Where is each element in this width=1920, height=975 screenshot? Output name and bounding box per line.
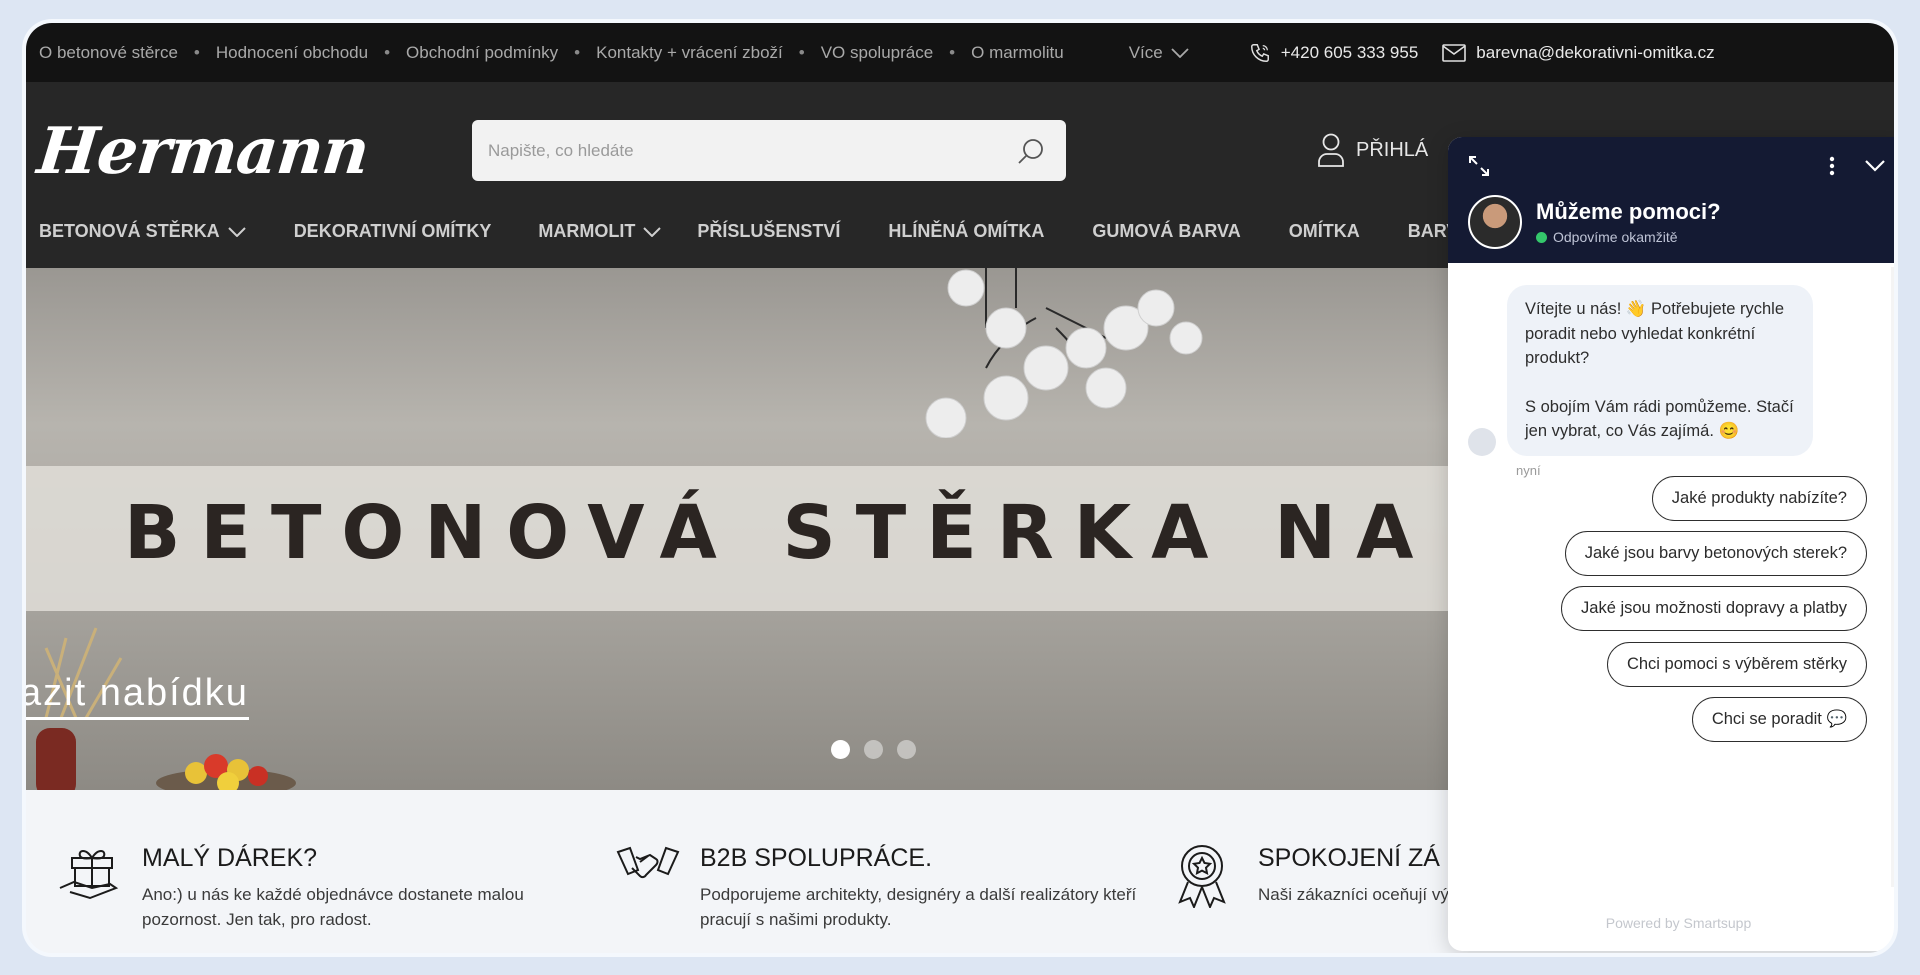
user-icon <box>1318 133 1344 167</box>
powered-by[interactable]: Powered by Smartsupp <box>1448 915 1894 931</box>
minimize-chevron-icon[interactable] <box>1864 159 1886 173</box>
bot-message-bubble: Vítejte u nás! 👋 Potřebujete rychle pora… <box>1507 285 1813 456</box>
bot-avatar-icon <box>1468 428 1496 456</box>
toplink-label[interactable]: Obchodní podmínky <box>406 43 558 63</box>
online-status-dot <box>1536 231 1547 243</box>
nav-item-marmolit[interactable]: MARMOLIT <box>538 221 662 242</box>
top-bar: O betonové stěrce • Hodnocení obchodu • Ob… <box>26 23 1894 82</box>
separator-dot: • <box>384 42 391 62</box>
nav-item-prislusenstvi[interactable]: PŘÍSLUŠENSTVÍ <box>697 221 840 242</box>
toplink-label[interactable]: Kontakty + vrácení zboží <box>596 43 783 63</box>
slider-dots <box>831 740 916 759</box>
expand-icon[interactable] <box>1468 155 1490 177</box>
main-nav: BETONOVÁ STĚRKA DEKORATIVNÍ OMÍTKY MARMO… <box>39 221 1535 242</box>
feature-desc: Podporujeme architekty, designéry a dalš… <box>700 885 1137 929</box>
toplink-5[interactable]: VO spolupráce • <box>821 43 971 63</box>
gift-icon <box>59 850 119 900</box>
hero-headline: BETONOVÁ STĚRKA NA ST <box>124 490 1623 576</box>
pendant-lamp-image <box>925 268 1203 438</box>
feature-title: MALÝ DÁREK? <box>142 844 318 872</box>
message-text: S obojím Vám rádi pomůžeme. Stačí jen vy… <box>1525 397 1794 441</box>
browser-viewport: O betonové stěrce • Hodnocení obchodu • Ob… <box>26 23 1894 953</box>
nav-label[interactable]: DEKORATIVNÍ OMÍTKY <box>294 221 492 242</box>
slide-dot-1[interactable] <box>831 740 850 759</box>
nav-item-dekorativni-omitky[interactable]: DEKORATIVNÍ OMÍTKY <box>294 221 492 242</box>
chat-messages: Vítejte u nás! 👋 Potřebujete rychle pora… <box>1448 263 1894 903</box>
separator-dot: • <box>798 42 805 62</box>
nav-label[interactable]: HLÍNĚNÁ OMÍTKA <box>888 221 1044 242</box>
status-text: Odpovíme okamžitě <box>1553 229 1678 245</box>
more-dropdown[interactable]: Více <box>1129 43 1189 63</box>
cta-link[interactable]: azit nabídku <box>26 672 249 720</box>
award-icon <box>1178 845 1226 908</box>
search-input[interactable] <box>472 120 1066 181</box>
nav-item-gumova-barva[interactable]: GUMOVÁ BARVA <box>1092 221 1240 242</box>
quick-reply-colors[interactable]: Jaké jsou barvy betonových sterek? <box>1564 531 1867 576</box>
separator-dot: • <box>949 42 956 62</box>
toplink-4[interactable]: Kontakty + vrácení zboží • <box>596 43 821 63</box>
message-time: nyní <box>1516 463 1541 478</box>
nav-label[interactable]: PŘÍSLUŠENSTVÍ <box>697 221 840 242</box>
slide-dot-3[interactable] <box>897 740 916 759</box>
chevron-down-icon <box>1171 47 1189 58</box>
nav-item-hlinena-omitka[interactable]: HLÍNĚNÁ OMÍTKA <box>888 221 1044 242</box>
toplink-label[interactable]: O marmolitu <box>971 43 1064 63</box>
phone-link[interactable]: +420 605 333 955 <box>1249 42 1419 64</box>
login-button[interactable]: PŘIHLÁ <box>1316 132 1428 168</box>
toplink-6[interactable]: O marmolitu <box>971 43 1064 63</box>
login-label[interactable]: PŘIHLÁ <box>1356 139 1428 162</box>
chat-scrollbar[interactable] <box>1891 267 1894 887</box>
phone-number[interactable]: +420 605 333 955 <box>1281 43 1419 63</box>
feature-title: B2B SPOLUPRÁCE. <box>700 844 933 872</box>
chat-title: Můžeme pomoci? <box>1536 199 1721 224</box>
chevron-down-icon <box>227 226 246 237</box>
quick-reply-help-choose[interactable]: Chci pomoci s výběrem stěrky <box>1606 642 1867 687</box>
agent-avatar <box>1468 195 1522 249</box>
chat-widget: Můžeme pomoci? Odpovíme okamžitě Vítejte… <box>1448 137 1894 951</box>
feature-title: SPOKOJENÍ ZÁ <box>1258 844 1440 872</box>
nav-label[interactable]: BETONOVÁ STĚRKA <box>39 221 220 242</box>
toplink-3[interactable]: Obchodní podmínky • <box>406 43 596 63</box>
chevron-down-icon <box>643 226 662 237</box>
more-label[interactable]: Více <box>1129 43 1163 63</box>
quick-reply-shipping[interactable]: Jaké jsou možnosti dopravy a platby <box>1561 586 1867 631</box>
email-address[interactable]: barevna@dekorativni-omitka.cz <box>1476 43 1714 63</box>
toplink-label[interactable]: VO spolupráce <box>821 43 933 63</box>
quick-reply-products[interactable]: Jaké produkty nabízíte? <box>1651 476 1867 521</box>
chat-status: Odpovíme okamžitě <box>1536 229 1678 245</box>
nav-label[interactable]: MARMOLIT <box>538 221 635 242</box>
mail-icon <box>1442 43 1467 62</box>
chat-header: Můžeme pomoci? Odpovíme okamžitě <box>1448 137 1894 263</box>
search-icon[interactable] <box>1016 137 1046 167</box>
separator-dot: • <box>574 42 581 62</box>
nav-item-omitka[interactable]: OMÍTKA <box>1289 221 1360 242</box>
slide-dot-2[interactable] <box>864 740 883 759</box>
phone-icon <box>1250 43 1269 62</box>
toplink-2[interactable]: Hodnocení obchodu • <box>216 43 406 63</box>
message-text: Vítejte u nás! 👋 Potřebujete rychle pora… <box>1525 300 1785 367</box>
email-link[interactable]: barevna@dekorativni-omitka.cz <box>1442 43 1715 63</box>
nav-item-betonova-sterka[interactable]: BETONOVÁ STĚRKA <box>39 221 246 242</box>
toplink-1[interactable]: O betonové stěrce • <box>39 43 216 63</box>
handshake-icon <box>616 846 680 879</box>
nav-label[interactable]: GUMOVÁ BARVA <box>1092 221 1240 242</box>
nav-label[interactable]: OMÍTKA <box>1289 221 1360 242</box>
feature-desc: Ano:) u nás ke každé objednávce dostanet… <box>142 885 524 929</box>
quick-reply-consult[interactable]: Chci se poradit 💬 <box>1691 697 1867 742</box>
toplink-label[interactable]: O betonové stěrce <box>39 43 178 63</box>
separator-dot: • <box>193 42 200 62</box>
toplink-label[interactable]: Hodnocení obchodu <box>216 43 368 63</box>
site-logo[interactable]: Hermann <box>34 114 372 189</box>
more-options-icon[interactable] <box>1828 155 1836 177</box>
